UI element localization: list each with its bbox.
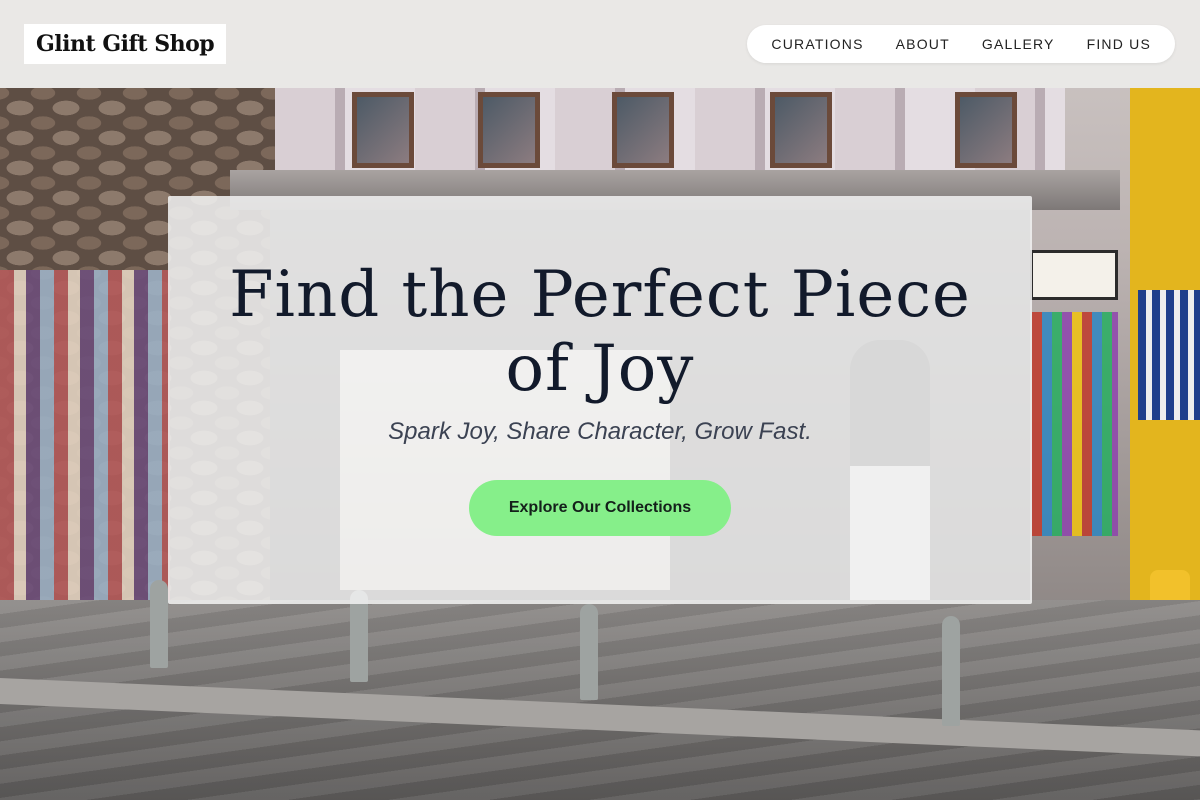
hero-title: Find the Perfect Piece of Joy — [229, 258, 971, 406]
site-header: Glint Gift Shop CURATIONS ABOUT GALLERY … — [0, 0, 1200, 88]
postcard-rack — [1032, 312, 1118, 536]
window — [955, 92, 1017, 168]
bollard — [150, 580, 168, 668]
window — [352, 92, 414, 168]
bollard — [580, 604, 598, 700]
keychain-rack — [1138, 290, 1200, 420]
scarf-display — [0, 270, 170, 600]
nav-link-find-us[interactable]: FIND US — [1071, 36, 1167, 52]
nav-link-curations[interactable]: CURATIONS — [755, 36, 879, 52]
hero-card: Find the Perfect Piece of Joy Spark Joy,… — [168, 196, 1032, 604]
hero-tagline: Spark Joy, Share Character, Grow Fast. — [388, 418, 812, 445]
storefront-sign — [1030, 250, 1118, 300]
window — [612, 92, 674, 168]
main-nav: CURATIONS ABOUT GALLERY FIND US — [747, 25, 1175, 63]
window — [478, 92, 540, 168]
page: Glint Gift Shop CURATIONS ABOUT GALLERY … — [0, 0, 1200, 800]
site-logo[interactable]: Glint Gift Shop — [24, 24, 227, 64]
window — [770, 92, 832, 168]
bollard — [942, 616, 960, 726]
nav-link-gallery[interactable]: GALLERY — [966, 36, 1071, 52]
explore-collections-button[interactable]: Explore Our Collections — [469, 480, 731, 536]
nav-link-about[interactable]: ABOUT — [880, 36, 966, 52]
